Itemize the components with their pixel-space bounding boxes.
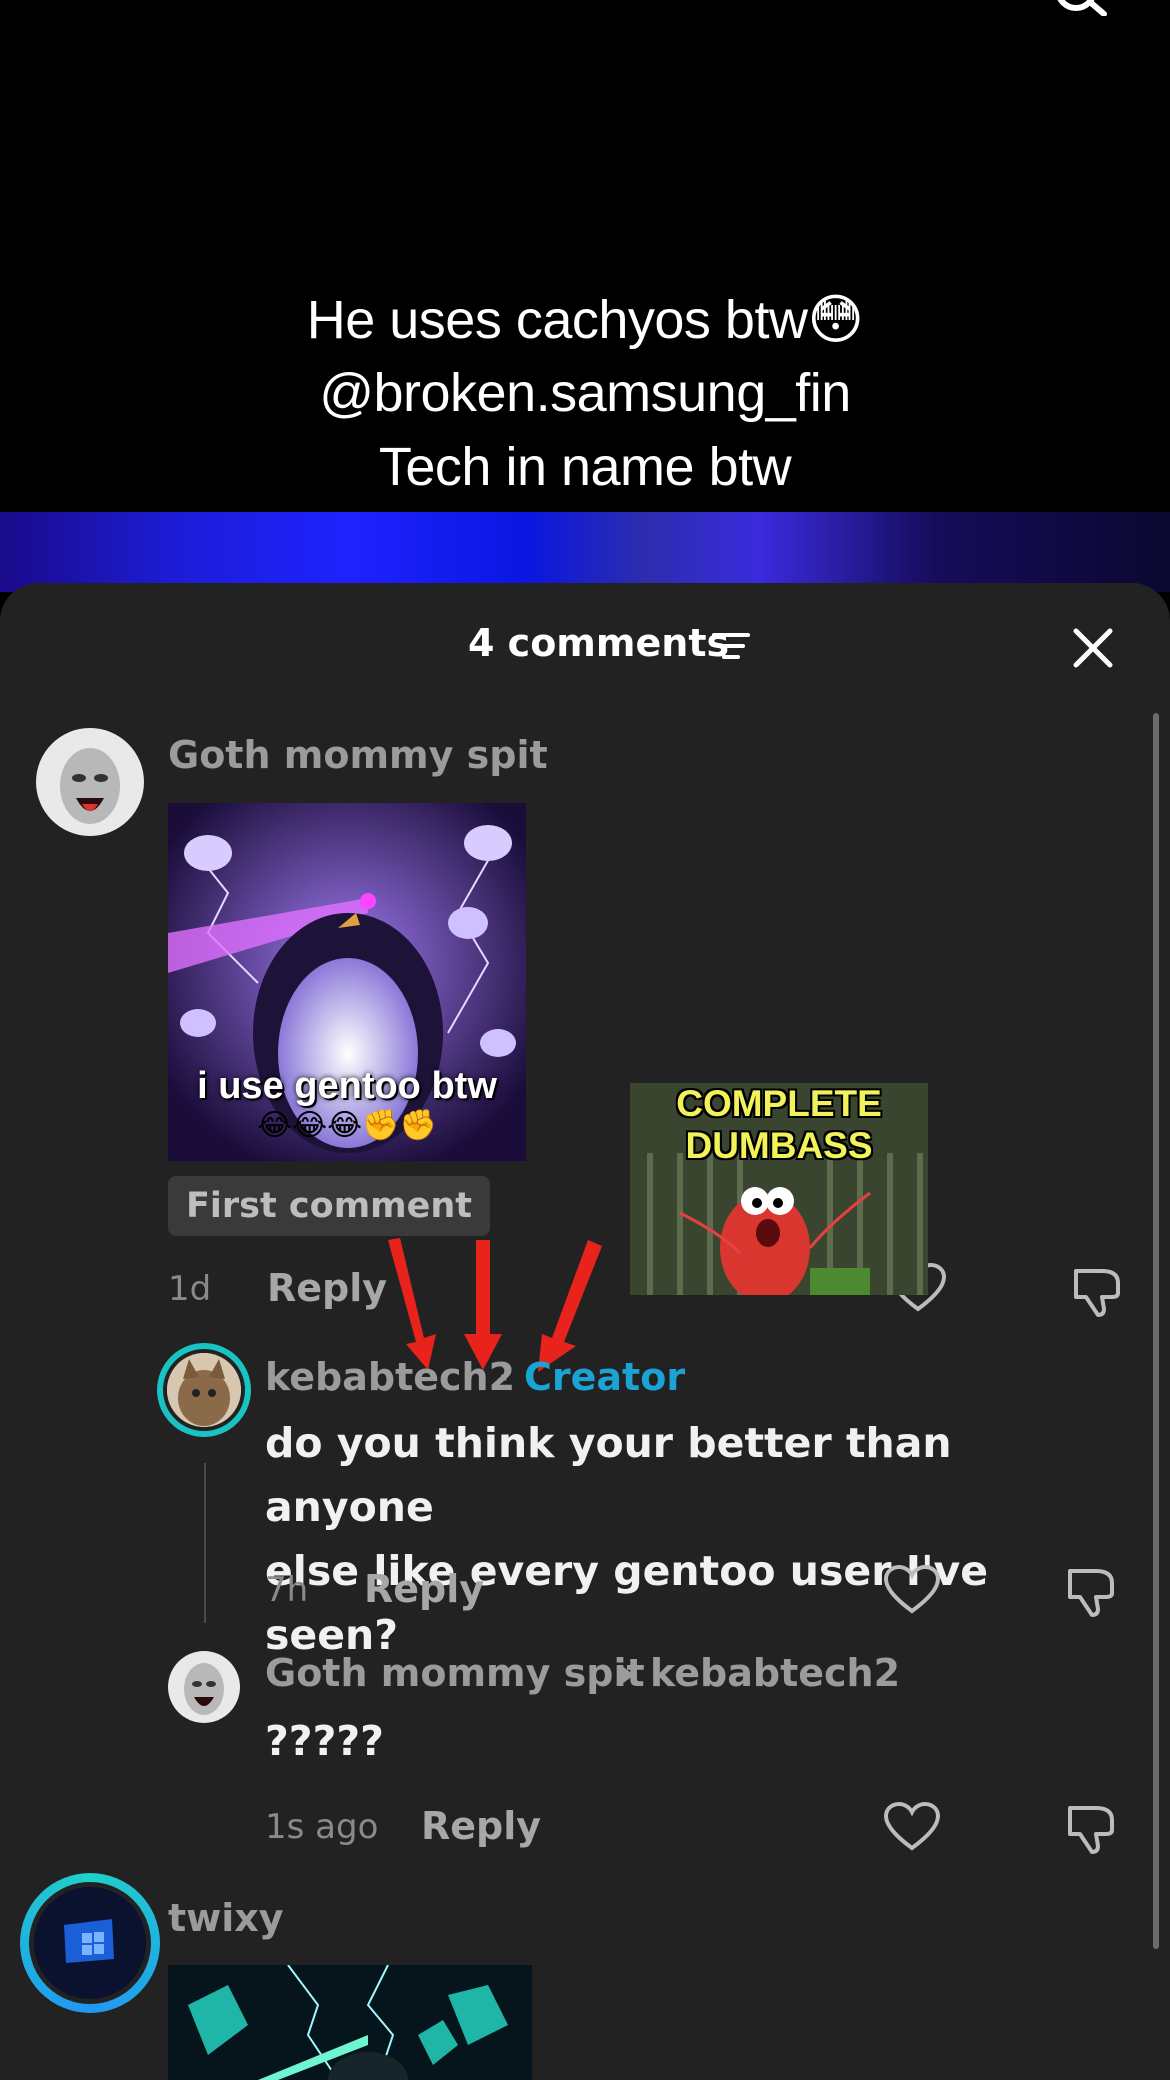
thread-line (204, 1463, 206, 1623)
avatar[interactable] (34, 1887, 146, 1999)
comment-image[interactable] (168, 1965, 532, 2080)
heart-icon[interactable] (884, 1565, 940, 1615)
avatar[interactable] (36, 728, 144, 836)
reply-time: 7h (265, 1570, 309, 1610)
video-caption-mention[interactable]: @broken.samsung_fin (0, 362, 1170, 424)
avatar[interactable] (167, 1353, 241, 1427)
reply-text-line-1: do you think your better than anyone (265, 1419, 952, 1531)
creator-label: Creator (524, 1355, 686, 1399)
video-caption-line-3: Tech in name btw (378, 437, 792, 497)
name-separator: · (498, 1361, 510, 1396)
video-top-area: He uses cachyos btw😳 @broken.samsung_fin… (0, 0, 1170, 512)
reply-to-arrow-icon (622, 1666, 634, 1684)
story-avatar-ring[interactable] (20, 1873, 160, 2013)
red-arrows-annotation (388, 1238, 602, 1372)
comment-time: 1d (168, 1269, 212, 1309)
search-icon[interactable] (1050, 0, 1110, 16)
dislike-icon[interactable] (1066, 1565, 1118, 1617)
video-frame-strip (0, 512, 1170, 592)
comment-author[interactable]: twixy (168, 1896, 284, 1940)
reply-button[interactable]: Reply (421, 1804, 541, 1848)
close-icon[interactable] (1072, 627, 1114, 669)
reply-text: do you think your better than anyone els… (265, 1411, 1125, 1667)
creator-avatar-ring[interactable] (157, 1343, 251, 1437)
meme-text-line-1: COMPLETE (676, 1083, 882, 1124)
comment-image[interactable]: i use gentoo btw 😂😂😂✊✊ (168, 803, 526, 1161)
video-caption-line-1: He uses cachyos btw😳 (306, 290, 864, 350)
meme-text-line-2: DUMBASS (685, 1125, 873, 1166)
reply-time: 1s ago (265, 1807, 379, 1847)
comment-author[interactable]: Goth mommy spit (168, 733, 548, 777)
back-icon[interactable] (52, 0, 92, 10)
image-caption: i use gentoo btw (197, 1065, 497, 1107)
reply-button[interactable]: Reply (364, 1567, 484, 1611)
comments-sheet: 4 comments Goth mommy spit i use gentoo … (0, 583, 1170, 2080)
avatar[interactable] (168, 1651, 240, 1723)
sort-icon[interactable] (712, 631, 750, 661)
first-comment-badge: First comment (168, 1176, 491, 1236)
scrollbar[interactable] (1153, 713, 1159, 1949)
dislike-icon[interactable] (1072, 1265, 1124, 1317)
reply-text: ????? (265, 1717, 384, 1765)
image-emojis: 😂😂😂✊✊ (257, 1108, 437, 1143)
heart-icon[interactable] (884, 1802, 940, 1852)
comments-count: 4 comments (468, 621, 730, 665)
reply-author[interactable]: Goth mommy spit (265, 1651, 645, 1695)
reply-to-user[interactable]: kebabtech2 (650, 1651, 900, 1695)
dislike-icon[interactable] (1066, 1802, 1118, 1854)
reply-author[interactable]: kebabtech2 (265, 1355, 515, 1399)
meme-overlay-image: COMPLETE DUMBASS (630, 1083, 928, 1295)
